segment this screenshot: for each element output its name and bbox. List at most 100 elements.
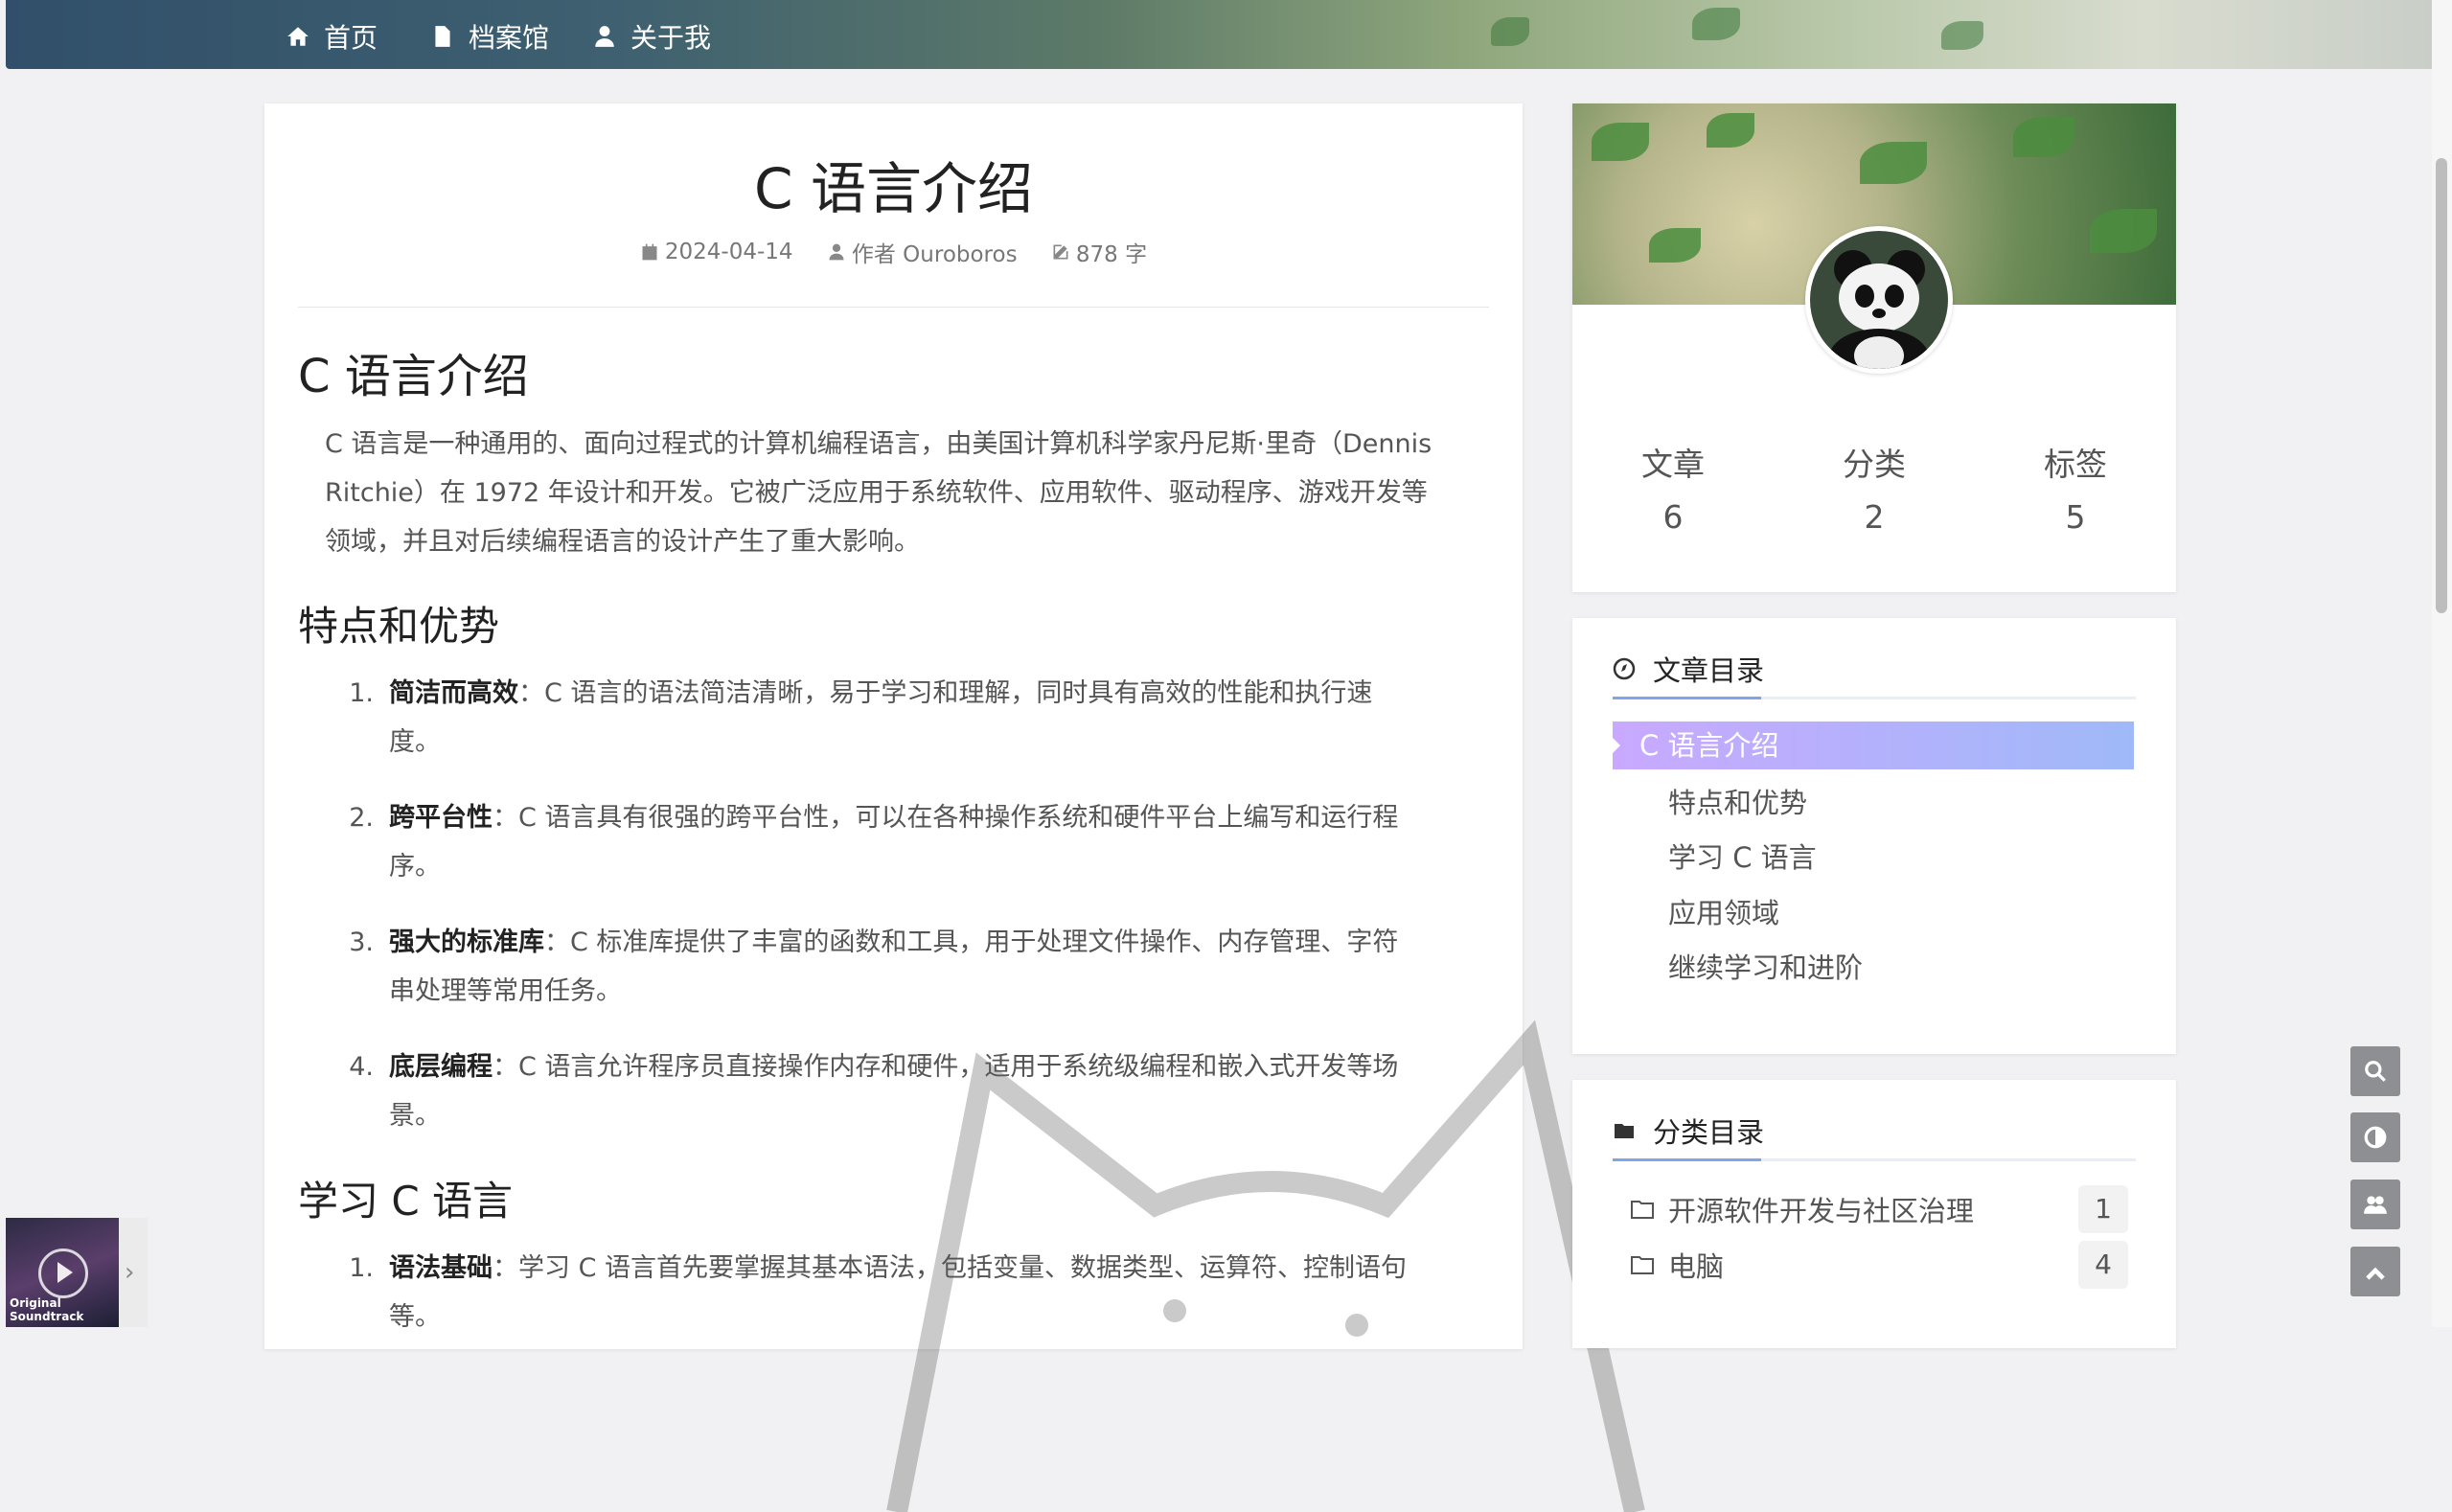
toc-item[interactable]: 继续学习和进阶 (1668, 946, 1863, 986)
nav-about[interactable]: 关于我 (592, 17, 711, 56)
post-author: 作者 Ouroboros (827, 236, 1018, 268)
profile-card: 文章 6 分类 2 标签 5 (1572, 103, 2176, 592)
post-meta: 2024-04-14 作者 Ouroboros 878 字 (264, 236, 1523, 268)
toc-item[interactable]: 学习 C 语言 (1668, 836, 1817, 876)
album-caption: Original Soundtrack (10, 1296, 84, 1323)
category-item[interactable]: 电脑 4 (1630, 1241, 2128, 1289)
music-player: Original Soundtrack › (6, 1218, 148, 1327)
home-icon (287, 27, 309, 46)
profile-stats: 文章 6 分类 2 标签 5 (1572, 439, 2176, 536)
category-name: 开源软件开发与社区治理 (1668, 1195, 1975, 1227)
toc-card: 文章目录 C 语言介绍 特点和优势 学习 C 语言 应用领域 继续学习和进阶 (1572, 618, 2176, 1054)
categories-card: 分类目录 开源软件开发与社区治理 1 电脑 4 (1572, 1080, 2176, 1348)
stat-articles[interactable]: 文章 6 (1587, 439, 1759, 536)
list-term: 强大的标准库 (389, 928, 544, 957)
categories-header: 分类目录 (1613, 1111, 1764, 1151)
intro-line: Ritchie）在 1972 年设计和开发。它被广泛应用于系统软件、应用软件、驱… (325, 478, 1428, 508)
toc-title: 文章目录 (1653, 654, 1765, 687)
calendar-icon (642, 243, 657, 261)
list-number: 1. (349, 1253, 374, 1283)
folder-open-icon (1631, 1256, 1654, 1274)
list-term: 跨平台性 (389, 803, 493, 833)
post-date-text: 2024-04-14 (664, 240, 793, 264)
nav-home[interactable]: 首页 (286, 17, 378, 56)
search-icon (2365, 1061, 2386, 1082)
list-term: 语法基础 (389, 1253, 493, 1283)
category-count: 1 (2078, 1185, 2128, 1233)
decor-leaf (1860, 142, 1927, 184)
list-text: 序。 (389, 852, 441, 882)
list-number: 4. (349, 1052, 374, 1082)
heading-intro: C 语言介绍 (298, 350, 529, 403)
intro-line: C 语言是一种通用的、面向过程式的计算机编程语言，由美国计算机科学家丹尼斯·里奇… (325, 429, 1432, 459)
intro-paragraph: C 语言是一种通用的、面向过程式的计算机编程语言，由美国计算机科学家丹尼斯·里奇… (325, 420, 1475, 566)
list-number: 1. (349, 678, 374, 708)
player-expand-chevron-icon[interactable]: › (125, 1260, 144, 1285)
stat-categories[interactable]: 分类 2 (1788, 439, 1960, 536)
list-text: 等。 (389, 1302, 441, 1332)
edit-icon (1053, 244, 1068, 260)
nav-archive[interactable]: 档案馆 (430, 17, 549, 56)
intro-line: 领域，并且对后续编程语言的设计产生了重大影响。 (325, 527, 920, 557)
meta-divider (298, 307, 1489, 308)
file-icon (435, 26, 450, 47)
categories-underline (1613, 1158, 2136, 1161)
list-term: 底层编程 (389, 1052, 493, 1082)
group-icon (2364, 1196, 2387, 1214)
list-text: ：C 语言具有很强的跨平台性，可以在各种操作系统和硬件平台上编写和运行程 (493, 803, 1399, 833)
folder-open-icon (1631, 1201, 1654, 1219)
toc-header: 文章目录 (1613, 649, 1764, 689)
stat-value: 2 (1864, 498, 1885, 536)
decor-leaf (1491, 17, 1529, 46)
list-text: ：C 语言的语法简洁清晰，易于学习和理解，同时具有高效的性能和执行速 (518, 678, 1373, 708)
category-item[interactable]: 开源软件开发与社区治理 1 (1630, 1185, 2128, 1233)
toc-item-active[interactable]: C 语言介绍 (1611, 722, 2134, 769)
stat-label: 标签 (2044, 446, 2107, 483)
nav-about-label: 关于我 (630, 22, 712, 54)
post-date: 2024-04-14 (640, 240, 793, 264)
decor-leaf (1941, 21, 1983, 50)
friends-button[interactable] (2350, 1180, 2400, 1229)
stat-label: 文章 (1641, 446, 1705, 483)
stat-value: 6 (1662, 498, 1684, 536)
panda-avatar-icon (1810, 231, 1948, 369)
post-title: C 语言介绍 (754, 156, 1033, 221)
list-number: 2. (349, 803, 374, 833)
heading-features: 特点和优势 (298, 603, 500, 650)
user-icon (595, 26, 614, 47)
search-button[interactable] (2350, 1046, 2400, 1096)
toc-item[interactable]: 应用领域 (1668, 891, 1779, 931)
categories-title: 分类目录 (1653, 1116, 1765, 1149)
decor-leaf (1692, 8, 1740, 40)
list-term: 简洁而高效 (389, 678, 518, 708)
user-icon (829, 243, 844, 261)
avatar[interactable] (1805, 226, 1953, 374)
toc-underline (1613, 697, 2136, 699)
decor-leaf (2013, 117, 2074, 157)
nav-archive-label: 档案馆 (469, 22, 550, 54)
stat-value: 5 (2065, 498, 2086, 536)
decor-leaf (1592, 123, 1649, 161)
list-text: 景。 (389, 1101, 441, 1131)
heading-learn: 学习 C 语言 (298, 1178, 514, 1225)
compass-icon (1613, 657, 1636, 680)
toc-item[interactable]: 特点和优势 (1668, 781, 1807, 821)
album-cover[interactable]: Original Soundtrack (6, 1218, 119, 1327)
page-scrollbar[interactable] (2432, 0, 2452, 1327)
chevron-up-icon (2366, 1267, 2385, 1280)
category-name: 电脑 (1668, 1250, 1725, 1283)
post-wordcount: 878 字 (1051, 236, 1147, 268)
contrast-icon (2364, 1126, 2387, 1149)
list-text: 度。 (389, 727, 441, 757)
play-icon[interactable] (38, 1249, 88, 1298)
folder-icon (1615, 1124, 1634, 1138)
scrollbar-thumb[interactable] (2436, 158, 2447, 613)
back-to-top-button[interactable] (2350, 1247, 2400, 1296)
post-author-text: 作者 Ouroboros (851, 242, 1018, 267)
list-text: ：C 标准库提供了丰富的函数和工具，用于处理文件操作、内存管理、字符 (544, 928, 1399, 957)
top-navbar: 首页 档案馆 关于我 (6, 0, 2437, 69)
list-number: 3. (349, 928, 374, 957)
theme-toggle-button[interactable] (2350, 1112, 2400, 1162)
stat-tags[interactable]: 标签 5 (1989, 439, 2162, 536)
list-text: ：学习 C 语言首先要掌握其基本语法，包括变量、数据类型、运算符、控制语句 (493, 1253, 1408, 1283)
